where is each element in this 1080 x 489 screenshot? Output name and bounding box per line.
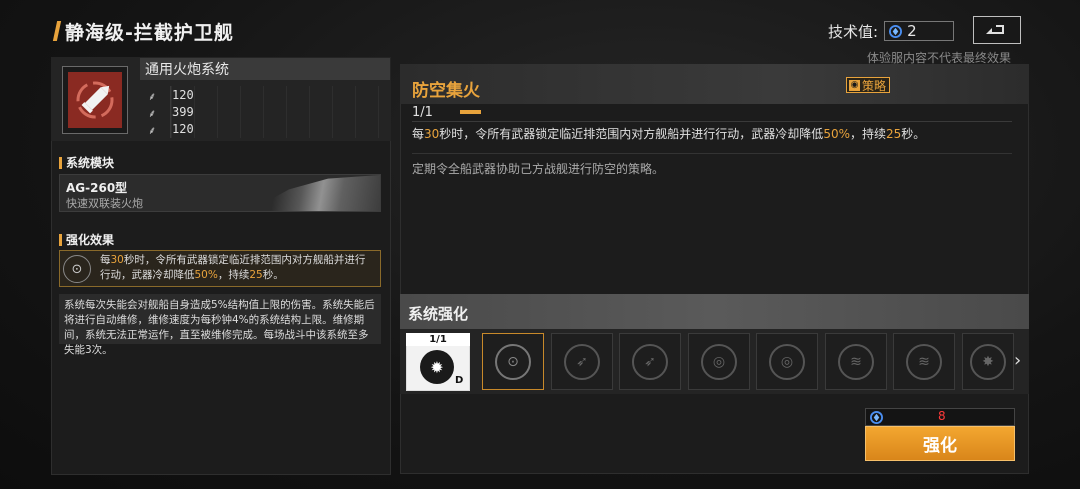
target-icon: ⊙: [495, 343, 531, 380]
enhance-cost: 8: [865, 408, 1015, 426]
skill-title: 防空集火: [412, 81, 480, 101]
stat-value: 120: [172, 121, 194, 136]
enhance-slot[interactable]: ➶: [551, 333, 613, 390]
rocket-icon: ➶: [564, 343, 600, 380]
module-name: AG-260型: [66, 181, 128, 195]
title-accent: [52, 21, 62, 41]
cost-value: 8: [938, 409, 946, 423]
radar-icon: ◎: [769, 343, 805, 380]
stat-row: ⸙ 399: [148, 103, 194, 120]
tech-value: 2: [907, 22, 917, 40]
divider: [412, 121, 1012, 122]
skill-flavor-text: 定期令全船武器协助己方战舰进行防空的策略。: [412, 162, 665, 176]
heat-icon: ≋: [838, 343, 874, 380]
module-section-heading: 系统模块: [59, 154, 114, 171]
module-desc: 快速双联装火炮: [66, 197, 143, 210]
heat-icon: ≋: [906, 343, 942, 380]
enhance-slot[interactable]: ⊙: [482, 333, 544, 390]
enhance-slot[interactable]: ≋: [825, 333, 887, 390]
chevron-right-icon[interactable]: ›: [1014, 350, 1021, 371]
strategy-tag: ◉ 策略: [846, 77, 891, 93]
rocket-icon: ➶: [632, 343, 668, 380]
skill-header: [400, 64, 1029, 104]
skill-level: 1/1: [412, 105, 433, 120]
stat-value: 120: [172, 87, 194, 102]
weapon-stats: ⸙ 120 ⸙ 399 ⸙ 120: [148, 86, 194, 137]
burst-icon: ✹: [420, 350, 454, 384]
tech-value-display: 技术值: 2: [828, 19, 955, 43]
strategy-icon: ◉: [849, 79, 860, 91]
divider: [412, 153, 1012, 154]
firepower-icon: ⸙: [148, 106, 157, 120]
tech-label: 技术值:: [828, 22, 879, 41]
enhance-button[interactable]: 强化: [865, 426, 1015, 461]
stat-grid: [170, 86, 388, 138]
system-enhance-title: 系统强化: [408, 305, 469, 323]
back-icon: [986, 25, 1004, 34]
effect-note: 系统每次失能会对舰船自身造成5%结构值上限的伤害。系统失能后将进行自动维修，维修…: [64, 299, 375, 356]
enhance-slot[interactable]: ◎: [688, 333, 750, 390]
stat-row: ⸙ 120: [148, 86, 194, 103]
level-progress-bar: [460, 110, 481, 114]
weapon-name: 通用火炮系统: [140, 58, 390, 80]
enhance-slot[interactable]: ✸: [962, 333, 1014, 390]
tech-value-box: 2: [884, 21, 955, 41]
effect-text: 每30秒时，令所有武器锁定临近排范围内对方舰船并进行行动，武器冷却降低50%，持…: [100, 254, 366, 281]
ship-title: 静海级-拦截护卫舰: [65, 21, 234, 44]
enhance-slot[interactable]: ➶: [619, 333, 681, 390]
strategy-label: 策略: [862, 78, 887, 93]
effect-section-label: 强化效果: [66, 233, 115, 247]
damage-icon: ⸙: [148, 89, 157, 103]
back-button[interactable]: [973, 16, 1021, 44]
radar-icon: ◎: [701, 343, 737, 380]
stat-value: 399: [172, 104, 194, 119]
target-icon: ⊙: [63, 255, 91, 283]
module-section-label: 系统模块: [66, 156, 115, 170]
enhance-slot[interactable]: ≋: [893, 333, 955, 390]
enhance-slot[interactable]: ◎: [756, 333, 818, 390]
range-icon: ⸙: [148, 123, 157, 137]
tech-gem-icon: [889, 24, 903, 38]
cannon-shell-icon: [68, 72, 122, 128]
slot-level: 1/1: [406, 333, 470, 346]
spark-icon: ✸: [970, 343, 1006, 380]
section-accent: [59, 233, 62, 246]
effect-section-heading: 强化效果: [59, 231, 114, 248]
tech-gem-icon: [870, 410, 883, 424]
skill-description: 每30秒时，令所有武器锁定临近排范围内对方舰船并进行行动，武器冷却降低50%，持…: [412, 127, 926, 141]
page-title: 静海级-拦截护卫舰: [52, 18, 234, 44]
system-enhance-header: [400, 294, 1029, 329]
stat-row: ⸙ 120: [148, 120, 194, 137]
slot-grade: D: [455, 375, 464, 386]
section-accent: [59, 156, 62, 169]
